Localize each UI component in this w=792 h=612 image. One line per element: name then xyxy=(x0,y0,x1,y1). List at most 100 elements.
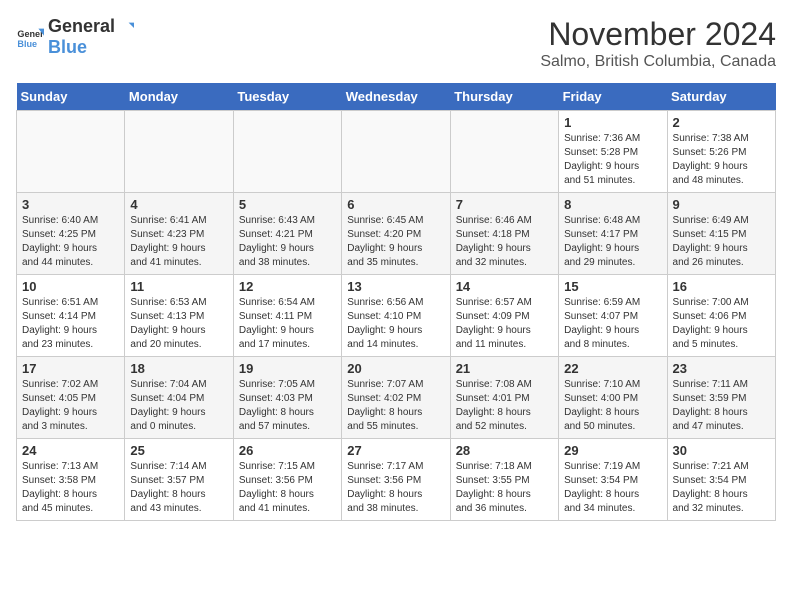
calendar-header-row: SundayMondayTuesdayWednesdayThursdayFrid… xyxy=(17,83,776,111)
day-number: 14 xyxy=(456,279,553,294)
calendar-cell: 8Sunrise: 6:48 AM Sunset: 4:17 PM Daylig… xyxy=(559,193,667,275)
day-info: Sunrise: 7:18 AM Sunset: 3:55 PM Dayligh… xyxy=(456,460,553,516)
day-info: Sunrise: 6:59 AM Sunset: 4:07 PM Dayligh… xyxy=(564,296,661,352)
calendar-cell: 26 Sunrise: 7:15 AM Sunset: 3:56 PM Dayli… xyxy=(233,439,341,521)
day-number: 26 xyxy=(239,443,336,458)
day-info: Sunrise: 7:15 AM Sunset: 3:56 PM Dayligh… xyxy=(239,460,336,516)
calendar-cell: 19 Sunrise: 7:05 AM Sunset: 4:03 PM Dayli… xyxy=(233,357,341,439)
day-number: 1 xyxy=(564,115,661,130)
day-info: Sunrise: 7:02 AM Sunset: 4:05 PM Dayligh… xyxy=(22,378,119,434)
logo-blue-text: Blue xyxy=(48,37,134,58)
day-info: Sunrise: 7:00 AM Sunset: 4:06 PM Dayligh… xyxy=(673,296,770,352)
day-number: 13 xyxy=(347,279,444,294)
calendar-week-row: 17 Sunrise: 7:02 AM Sunset: 4:05 PM Dayli… xyxy=(17,357,776,439)
day-number: 22 xyxy=(564,361,661,376)
day-info: Sunrise: 6:40 AM Sunset: 4:25 PM Dayligh… xyxy=(22,214,119,270)
calendar-cell: 15Sunrise: 6:59 AM Sunset: 4:07 PM Dayli… xyxy=(559,275,667,357)
day-number: 30 xyxy=(673,443,770,458)
day-info: Sunrise: 7:38 AM Sunset: 5:26 PM Dayligh… xyxy=(673,132,770,188)
day-info: Sunrise: 7:17 AM Sunset: 3:56 PM Dayligh… xyxy=(347,460,444,516)
month-title: November 2024 xyxy=(540,16,776,53)
day-number: 11 xyxy=(130,279,227,294)
day-number: 19 xyxy=(239,361,336,376)
day-number: 28 xyxy=(456,443,553,458)
day-info: Sunrise: 7:36 AM Sunset: 5:28 PM Dayligh… xyxy=(564,132,661,188)
calendar-cell: 23Sunrise: 7:11 AM Sunset: 3:59 PM Dayli… xyxy=(667,357,775,439)
calendar-cell: 10 Sunrise: 6:51 AM Sunset: 4:14 PM Dayli… xyxy=(17,275,125,357)
day-number: 10 xyxy=(22,279,119,294)
location-title: Salmo, British Columbia, Canada xyxy=(540,53,776,71)
logo-bird-icon xyxy=(116,19,134,37)
day-info: Sunrise: 7:04 AM Sunset: 4:04 PM Dayligh… xyxy=(130,378,227,434)
day-info: Sunrise: 6:48 AM Sunset: 4:17 PM Dayligh… xyxy=(564,214,661,270)
calendar-week-row: 1 Sunrise: 7:36 AM Sunset: 5:28 PM Daylig… xyxy=(17,111,776,193)
calendar-cell: 20 Sunrise: 7:07 AM Sunset: 4:02 PM Dayli… xyxy=(342,357,450,439)
logo-icon: General Blue xyxy=(16,23,44,51)
calendar-cell: 21 Sunrise: 7:08 AM Sunset: 4:01 PM Dayli… xyxy=(450,357,558,439)
day-number: 17 xyxy=(22,361,119,376)
calendar-cell: 28 Sunrise: 7:18 AM Sunset: 3:55 PM Dayli… xyxy=(450,439,558,521)
calendar-cell: 25 Sunrise: 7:14 AM Sunset: 3:57 PM Dayli… xyxy=(125,439,233,521)
calendar-cell: 5Sunrise: 6:43 AM Sunset: 4:21 PM Daylig… xyxy=(233,193,341,275)
day-number: 21 xyxy=(456,361,553,376)
day-info: Sunrise: 6:53 AM Sunset: 4:13 PM Dayligh… xyxy=(130,296,227,352)
day-info: Sunrise: 6:49 AM Sunset: 4:15 PM Dayligh… xyxy=(673,214,770,270)
day-info: Sunrise: 6:51 AM Sunset: 4:14 PM Dayligh… xyxy=(22,296,119,352)
calendar-cell: 24 Sunrise: 7:13 AM Sunset: 3:58 PM Dayli… xyxy=(17,439,125,521)
day-info: Sunrise: 6:56 AM Sunset: 4:10 PM Dayligh… xyxy=(347,296,444,352)
calendar-week-row: 3 Sunrise: 6:40 AM Sunset: 4:25 PM Daylig… xyxy=(17,193,776,275)
col-header-saturday: Saturday xyxy=(667,83,775,111)
calendar-week-row: 10 Sunrise: 6:51 AM Sunset: 4:14 PM Dayli… xyxy=(17,275,776,357)
day-info: Sunrise: 6:43 AM Sunset: 4:21 PM Dayligh… xyxy=(239,214,336,270)
calendar-table: SundayMondayTuesdayWednesdayThursdayFrid… xyxy=(16,83,776,521)
header: General Blue General Blue November 2024 … xyxy=(16,16,776,71)
calendar-cell xyxy=(450,111,558,193)
day-number: 6 xyxy=(347,197,444,212)
calendar-cell xyxy=(125,111,233,193)
day-number: 4 xyxy=(130,197,227,212)
day-number: 3 xyxy=(22,197,119,212)
day-number: 25 xyxy=(130,443,227,458)
calendar-cell: 29Sunrise: 7:19 AM Sunset: 3:54 PM Dayli… xyxy=(559,439,667,521)
day-info: Sunrise: 7:11 AM Sunset: 3:59 PM Dayligh… xyxy=(673,378,770,434)
day-number: 20 xyxy=(347,361,444,376)
day-number: 29 xyxy=(564,443,661,458)
day-info: Sunrise: 7:08 AM Sunset: 4:01 PM Dayligh… xyxy=(456,378,553,434)
day-number: 2 xyxy=(673,115,770,130)
calendar-week-row: 24 Sunrise: 7:13 AM Sunset: 3:58 PM Dayli… xyxy=(17,439,776,521)
day-number: 24 xyxy=(22,443,119,458)
logo-general-text: General xyxy=(48,16,134,37)
calendar-cell: 17 Sunrise: 7:02 AM Sunset: 4:05 PM Dayli… xyxy=(17,357,125,439)
day-info: Sunrise: 7:05 AM Sunset: 4:03 PM Dayligh… xyxy=(239,378,336,434)
calendar-cell: 11 Sunrise: 6:53 AM Sunset: 4:13 PM Dayli… xyxy=(125,275,233,357)
day-number: 16 xyxy=(673,279,770,294)
calendar-cell xyxy=(17,111,125,193)
col-header-friday: Friday xyxy=(559,83,667,111)
day-info: Sunrise: 6:57 AM Sunset: 4:09 PM Dayligh… xyxy=(456,296,553,352)
day-info: Sunrise: 6:54 AM Sunset: 4:11 PM Dayligh… xyxy=(239,296,336,352)
day-number: 18 xyxy=(130,361,227,376)
col-header-thursday: Thursday xyxy=(450,83,558,111)
day-info: Sunrise: 6:46 AM Sunset: 4:18 PM Dayligh… xyxy=(456,214,553,270)
calendar-cell: 27Sunrise: 7:17 AM Sunset: 3:56 PM Dayli… xyxy=(342,439,450,521)
calendar-cell: 18 Sunrise: 7:04 AM Sunset: 4:04 PM Dayli… xyxy=(125,357,233,439)
col-header-monday: Monday xyxy=(125,83,233,111)
day-info: Sunrise: 7:10 AM Sunset: 4:00 PM Dayligh… xyxy=(564,378,661,434)
calendar-cell: 30Sunrise: 7:21 AM Sunset: 3:54 PM Dayli… xyxy=(667,439,775,521)
day-info: Sunrise: 7:07 AM Sunset: 4:02 PM Dayligh… xyxy=(347,378,444,434)
calendar-cell: 2 Sunrise: 7:38 AM Sunset: 5:26 PM Daylig… xyxy=(667,111,775,193)
day-info: Sunrise: 7:13 AM Sunset: 3:58 PM Dayligh… xyxy=(22,460,119,516)
calendar-cell: 4Sunrise: 6:41 AM Sunset: 4:23 PM Daylig… xyxy=(125,193,233,275)
col-header-sunday: Sunday xyxy=(17,83,125,111)
calendar-cell: 6 Sunrise: 6:45 AM Sunset: 4:20 PM Daylig… xyxy=(342,193,450,275)
title-section: November 2024 Salmo, British Columbia, C… xyxy=(540,16,776,71)
day-info: Sunrise: 7:14 AM Sunset: 3:57 PM Dayligh… xyxy=(130,460,227,516)
day-number: 12 xyxy=(239,279,336,294)
calendar-cell xyxy=(342,111,450,193)
calendar-cell: 16 Sunrise: 7:00 AM Sunset: 4:06 PM Dayli… xyxy=(667,275,775,357)
day-info: Sunrise: 6:45 AM Sunset: 4:20 PM Dayligh… xyxy=(347,214,444,270)
calendar-cell xyxy=(233,111,341,193)
day-number: 9 xyxy=(673,197,770,212)
col-header-tuesday: Tuesday xyxy=(233,83,341,111)
calendar-cell: 9 Sunrise: 6:49 AM Sunset: 4:15 PM Daylig… xyxy=(667,193,775,275)
